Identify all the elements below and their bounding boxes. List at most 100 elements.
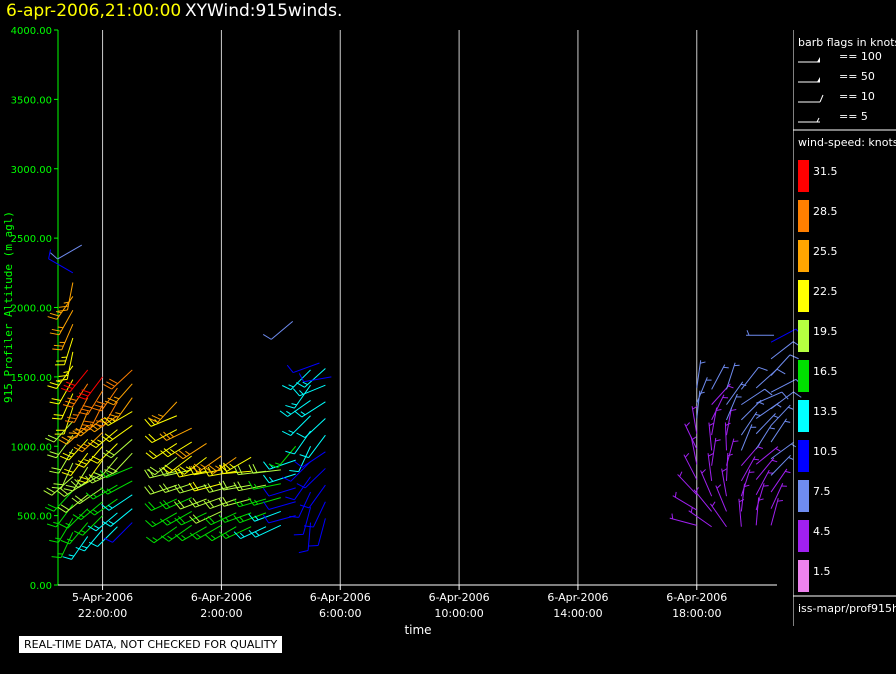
wind-barb xyxy=(669,513,697,526)
wind-barb xyxy=(740,366,768,390)
y-tick-label: 1000.00 xyxy=(11,442,52,453)
wind-barb xyxy=(100,411,133,426)
x-tick-date: 5-Apr-2006 xyxy=(72,591,133,604)
wind-barb xyxy=(294,401,326,418)
speed-color-swatch xyxy=(798,280,809,312)
wind-barb xyxy=(755,368,786,389)
wind-barb xyxy=(289,491,311,518)
legend-barb-half-feather xyxy=(816,117,820,123)
wind-barb xyxy=(72,501,103,521)
wind-barb xyxy=(299,484,326,509)
wind-barb xyxy=(711,394,729,421)
speed-color-swatch xyxy=(798,520,809,552)
wind-barb xyxy=(746,330,775,336)
wind-barb xyxy=(104,383,133,406)
speed-color-swatch xyxy=(798,560,809,592)
wind-barb xyxy=(721,468,728,497)
legend-barb-label: == 50 xyxy=(839,70,875,83)
wind-barb xyxy=(711,383,734,405)
wind-barb xyxy=(59,508,89,529)
wind-barb xyxy=(100,480,133,495)
y-tick-label: 0.00 xyxy=(30,581,52,592)
wind-barb xyxy=(76,376,103,400)
wind-barb xyxy=(298,522,312,554)
wind-barb xyxy=(711,407,722,436)
wind-barb xyxy=(102,438,133,459)
wind-barb xyxy=(755,425,775,450)
x-tick-time: 2:00:00 xyxy=(200,607,242,620)
wind-barb xyxy=(262,320,294,340)
wind-barb xyxy=(303,501,326,528)
legend-panel: barb flags in knots wind-speed: knots ==… xyxy=(793,30,896,626)
wind-barb xyxy=(282,369,311,391)
wind-barb xyxy=(726,393,742,421)
y-tick-label: 1500.00 xyxy=(11,373,52,384)
quality-disclaimer: REAL-TIME DATA, NOT CHECKED FOR QUALITY xyxy=(19,636,283,653)
legend-barb-label: == 10 xyxy=(839,90,875,103)
wind-barb xyxy=(740,399,765,421)
wind-barb xyxy=(296,418,326,439)
wind-barb xyxy=(672,491,698,511)
wind-barb xyxy=(85,484,118,500)
speed-bin-label: 16.5 xyxy=(813,365,838,378)
wind-barb xyxy=(740,424,757,451)
wind-barb xyxy=(204,512,237,526)
wind-barb xyxy=(263,487,296,497)
wind-barb xyxy=(57,351,74,381)
wind-barb xyxy=(294,451,326,468)
speed-bin-label: 4.5 xyxy=(813,525,831,538)
wind-barb xyxy=(58,282,74,312)
wind-barb xyxy=(203,483,237,493)
speed-color-swatch xyxy=(798,160,809,192)
speed-bin-label: 10.5 xyxy=(813,445,838,458)
y-tick-label: 2000.00 xyxy=(11,304,52,315)
y-tick-label: 4000.00 xyxy=(11,26,52,37)
wind-barb xyxy=(740,456,759,482)
wind-barb xyxy=(144,498,178,511)
wind-barb xyxy=(106,397,133,421)
wind-barb xyxy=(160,524,192,542)
speed-bin-label: 19.5 xyxy=(813,325,838,338)
wind-barb xyxy=(62,536,89,560)
wind-barb xyxy=(738,498,745,527)
wind-barb xyxy=(102,508,133,527)
speed-color-swatch xyxy=(798,320,809,352)
wind-barb xyxy=(45,420,74,443)
wind-barb xyxy=(56,480,88,497)
legend-barb-label: == 5 xyxy=(839,110,868,123)
wind-barb xyxy=(755,497,764,526)
wind-barb xyxy=(711,437,721,466)
wind-barb xyxy=(101,425,133,443)
x-tick-time: 18:00:00 xyxy=(672,607,721,620)
wind-barb xyxy=(741,388,773,406)
legend-barb-feather xyxy=(819,94,824,103)
speed-bin-label: 28.5 xyxy=(813,205,838,218)
y-tick-label: 3500.00 xyxy=(11,95,52,106)
wind-barb xyxy=(101,494,133,511)
wind-barb xyxy=(711,364,729,390)
wind-barb xyxy=(61,369,89,393)
speed-color-swatch xyxy=(798,240,809,272)
x-tick-time: 22:00:00 xyxy=(78,607,127,620)
x-tick-date: 6-Apr-2006 xyxy=(191,591,252,604)
wind-barb xyxy=(190,455,222,473)
wind-barb xyxy=(73,432,103,453)
wind-barb xyxy=(296,368,326,388)
wind-barb xyxy=(684,422,698,450)
wind-barb xyxy=(308,518,326,547)
wind-barb xyxy=(677,471,698,496)
y-tick-label: 3000.00 xyxy=(11,165,52,176)
wind-barb xyxy=(57,494,89,513)
y-axis-label: 915 Profiler Altitude (m agl) xyxy=(2,211,15,403)
wind-barb xyxy=(60,522,89,545)
x-tick-time: 6:00:00 xyxy=(319,607,361,620)
speed-bin-label: 13.5 xyxy=(813,405,838,418)
speed-bin-label: 31.5 xyxy=(813,165,838,178)
data-source-label: iss-mapr/prof915h xyxy=(798,602,896,615)
wind-barb xyxy=(725,407,737,436)
y-tick-label: 2500.00 xyxy=(11,234,52,245)
wind-barb xyxy=(174,498,207,510)
legend-barb-flag xyxy=(817,57,820,62)
wind-barb xyxy=(725,452,733,481)
wind-barb xyxy=(248,463,281,474)
